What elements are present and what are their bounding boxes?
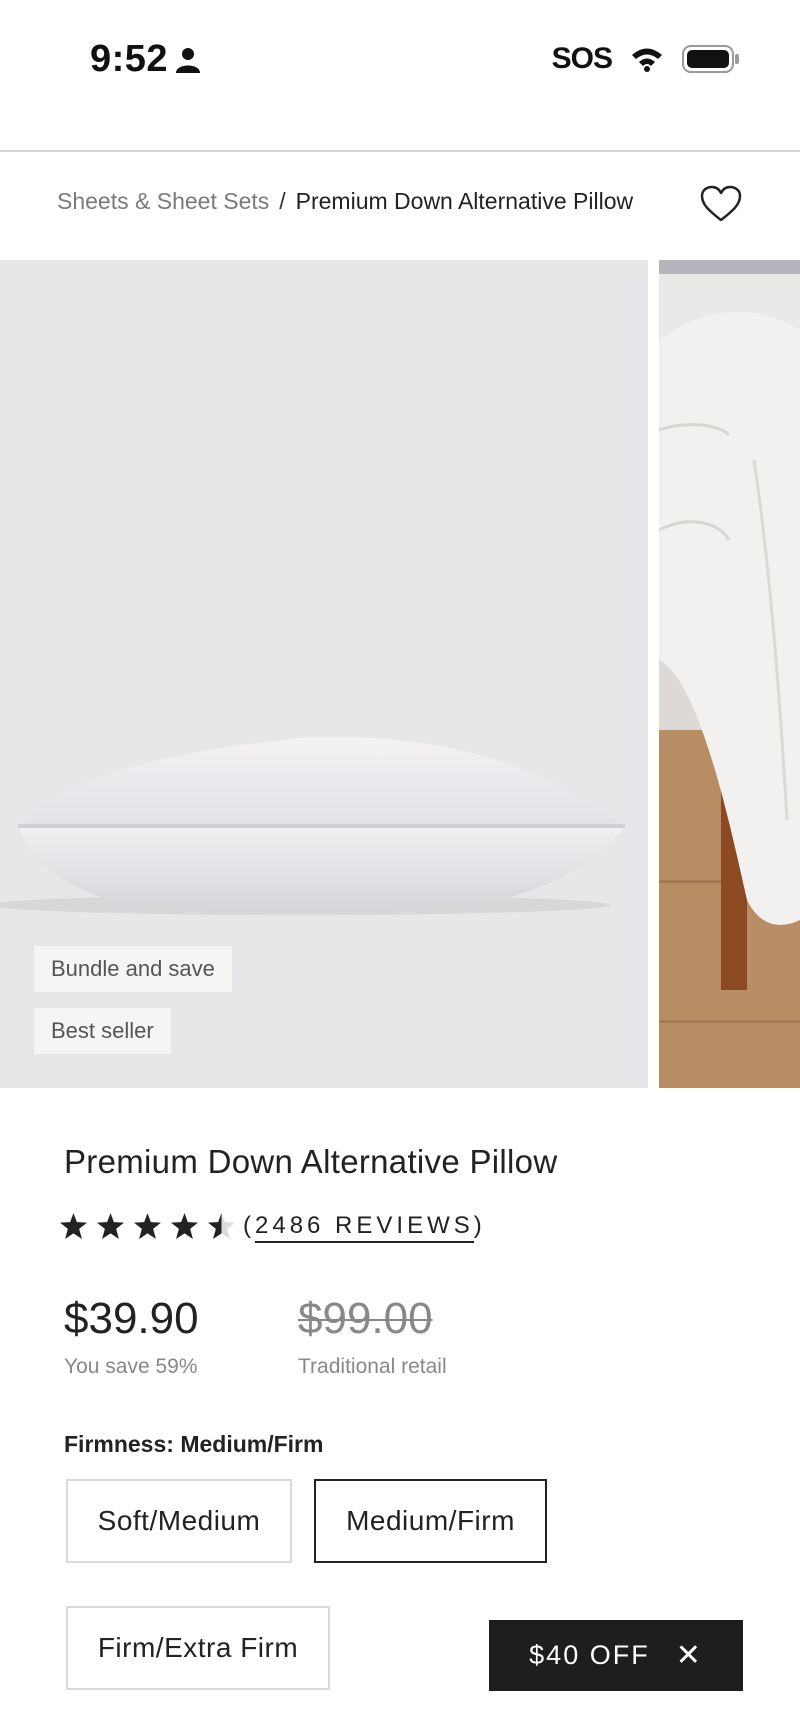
rating-row: (2486 REVIEWS) [60,1212,486,1243]
status-bar: 9:52 SOS [0,0,800,118]
reviews-open-paren: ( [243,1212,255,1239]
firmness-option-firm-extra-firm[interactable]: Firm/Extra Firm [66,1606,330,1690]
half-star-icon [208,1213,235,1239]
badge-bundle: Bundle and save [34,946,232,992]
retail-label: Traditional retail [298,1355,447,1378]
wifi-icon [632,48,662,72]
star-icon [60,1213,87,1239]
savings-text: You save 59% [64,1355,198,1378]
retail-price: $99.00 [298,1294,433,1343]
promo-label[interactable]: $40 OFF [529,1640,650,1671]
promo-banner[interactable]: $40 OFF ✕ [489,1620,743,1691]
close-icon[interactable]: ✕ [676,1638,703,1673]
badge-best-seller: Best seller [34,1008,171,1054]
breadcrumb: Sheets & Sheet Sets / Premium Down Alter… [57,188,633,215]
star-rating [60,1213,235,1239]
heart-icon[interactable] [700,185,742,223]
breadcrumb-separator: / [279,188,286,214]
breadcrumb-current: Premium Down Alternative Pillow [295,188,634,214]
product-image-next[interactable] [659,260,800,1088]
reviews-close-paren: ) [473,1212,486,1239]
carrier-text: SOS [551,42,613,75]
price: $39.90 [64,1294,199,1343]
status-time: 9:52 [90,38,201,81]
status-right: SOS [552,42,740,76]
breadcrumb-link-sheets[interactable]: Sheets & Sheet Sets [57,188,269,215]
product-gallery[interactable]: Bundle and save Best seller [0,260,800,1088]
star-icon [97,1213,124,1239]
reviews-link[interactable]: (2486 REVIEWS) [243,1212,486,1243]
header-divider [0,150,800,152]
firmness-label: Firmness: Medium/Firm [64,1431,324,1457]
product-image-main[interactable]: Bundle and save Best seller [0,260,648,1088]
battery-icon [682,45,739,73]
star-icon [171,1213,198,1239]
firmness-option-medium-firm[interactable]: Medium/Firm [314,1479,547,1563]
person-icon [176,47,201,73]
reviews-count[interactable]: 2486 REVIEWS [255,1212,474,1243]
product-title: Premium Down Alternative Pillow [64,1143,558,1180]
comforter-illustration [659,260,800,1088]
firmness-option-soft-medium[interactable]: Soft/Medium [66,1479,292,1563]
star-icon [134,1213,161,1239]
time-text: 9:52 [90,38,169,80]
